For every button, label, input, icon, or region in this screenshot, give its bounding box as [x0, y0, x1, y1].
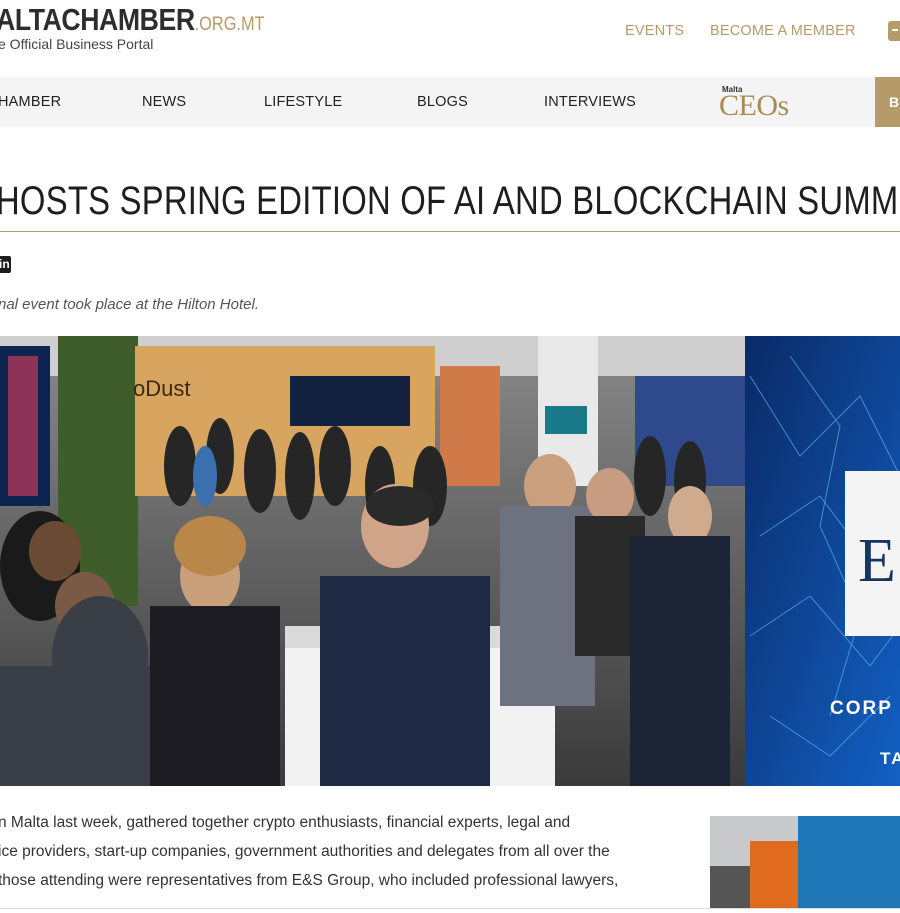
nav-item-news[interactable]: NEWS	[142, 94, 186, 110]
nav-business-button[interactable]: B	[875, 77, 900, 127]
screen-text-ta: TA	[880, 749, 900, 768]
plus-icon[interactable]	[888, 21, 900, 41]
title-divider	[0, 231, 900, 232]
article-paragraph-line: n Malta last week, gathered together cry…	[0, 814, 571, 831]
screen-text-corp: CORP	[830, 698, 893, 719]
nav-item-interviews[interactable]: INTERVIEWS	[544, 94, 636, 110]
booth-sign: oDust	[133, 376, 190, 401]
sidebar-thumbnail-image[interactable]	[710, 816, 900, 908]
article-title: HOSTS SPRING EDITION OF AI AND BLOCKCHAI…	[0, 178, 900, 223]
screen-logo-letter: E	[858, 527, 896, 595]
main-nav: HAMBER NEWS LIFESTYLE BLOGS INTERVIEWS M…	[0, 77, 900, 127]
nav-item-chamber[interactable]: HAMBER	[0, 94, 61, 110]
logo-domain: .ORG.MT	[194, 14, 265, 35]
logo-tagline: e Official Business Portal	[0, 36, 154, 52]
events-link[interactable]: EVENTS	[625, 23, 684, 39]
article-hero-image: oDust E CORP TA	[0, 336, 900, 786]
bottom-divider	[0, 908, 900, 909]
article-excerpt: nal event took place at the Hilton Hotel…	[0, 296, 259, 313]
logo-wordmark: ALTACHAMBER.ORG.MT	[0, 2, 265, 37]
linkedin-icon[interactable]: in	[0, 256, 11, 273]
nav-item-lifestyle[interactable]: LIFESTYLE	[264, 94, 342, 110]
become-member-link[interactable]: BECOME A MEMBER	[710, 23, 856, 39]
nav-item-blogs[interactable]: BLOGS	[417, 94, 468, 110]
ceos-logo-big: CEOs	[719, 89, 789, 122]
article-paragraph-line: those attending were representatives fro…	[0, 872, 619, 889]
article-paragraph-line: ice providers, start-up companies, gover…	[0, 843, 610, 860]
